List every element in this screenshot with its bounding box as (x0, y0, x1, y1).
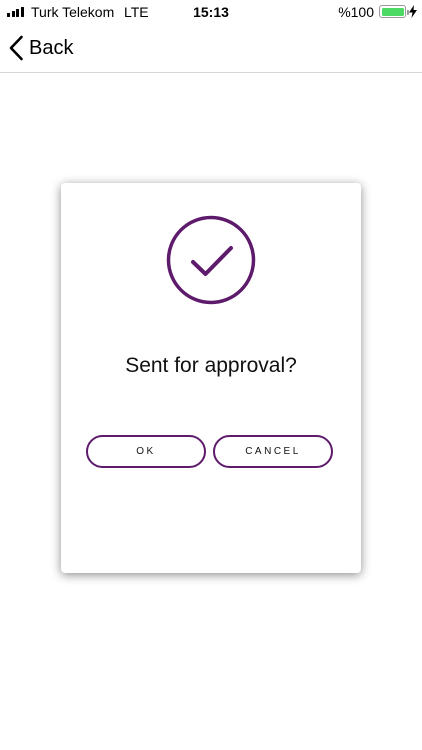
chevron-left-icon (9, 35, 23, 61)
navigation-bar: Back (0, 24, 422, 73)
checkmark-circle-icon (166, 215, 256, 305)
status-bar: Turk Telekom LTE 15:13 %100 (0, 0, 422, 24)
dialog-message: Sent for approval? (125, 354, 297, 377)
cancel-button[interactable]: CANCEL (213, 435, 333, 468)
back-button[interactable]: Back (8, 34, 73, 62)
battery-percentage: %100 (338, 4, 374, 20)
cancel-button-label: CANCEL (245, 446, 301, 457)
back-label: Back (29, 36, 74, 59)
charging-bolt-icon (409, 5, 417, 18)
ok-button[interactable]: OK (86, 435, 206, 468)
ok-button-label: OK (136, 446, 156, 457)
battery-icon (379, 5, 409, 18)
approval-dialog: Sent for approval? OK CANCEL (61, 183, 361, 573)
